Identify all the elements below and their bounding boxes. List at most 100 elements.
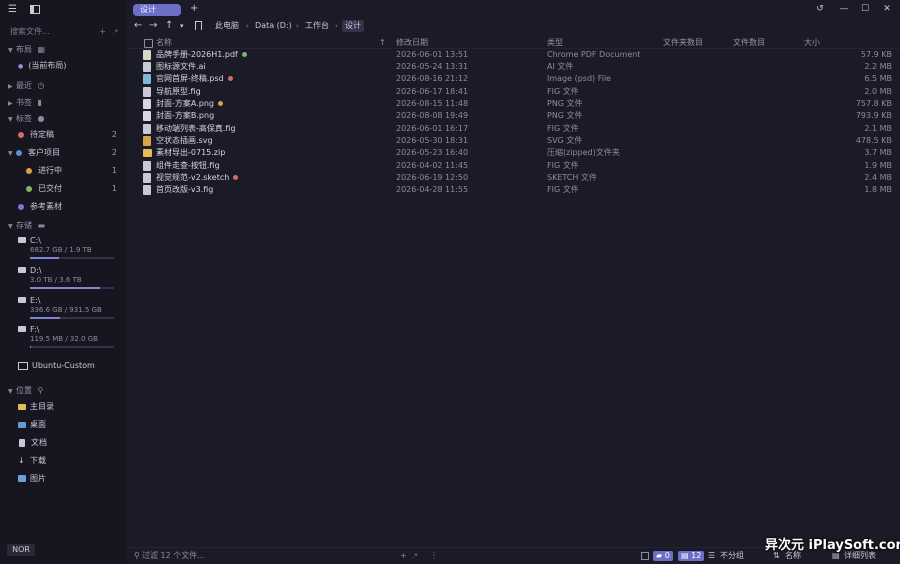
file-name: 移动端列表-高保真.fig [156,124,236,133]
maximize-button[interactable]: ☐ [857,2,873,16]
file-size: 757.8 KB [855,99,892,108]
file-date: 2026-04-28 11:55 [396,185,469,194]
filter-options-icon[interactable]: ⋮ [430,550,438,562]
file-type: Image (psd) File [547,74,612,83]
section-layout[interactable]: ▼ 布局 ▦ [8,43,45,57]
drive-f-usage-bar [30,346,114,348]
section-storage[interactable]: ▼ 存储 ▬ [8,219,45,233]
table-row[interactable]: 图标源文件.ai 2026-05-24 13:31 AI 文件 2.2 MB [126,61,900,73]
section-tags[interactable]: ▼ 标签 ● [8,112,45,126]
sidebar-item-documents[interactable]: 文档 [18,436,47,450]
drive-e-usage-bar [30,317,114,319]
search-add-icon[interactable]: + [99,26,106,38]
breadcrumb-item[interactable]: Data (D:) [255,20,292,32]
file-icon [143,87,151,97]
section-bookmarks[interactable]: ▶ 书签 ▮ [8,96,42,110]
sidebar-item-downloads[interactable]: ↓ 下载 [18,454,46,468]
chevron-down-icon: ▼ [8,47,13,54]
section-recent[interactable]: ▶ 最近 ◷ [8,79,45,93]
column-header-date[interactable]: 修改日期 [396,38,428,48]
filter-add-icon[interactable]: + [400,550,407,562]
tag-dot-icon [26,167,32,174]
sidebar-item-current-layout[interactable]: ● (当前布局) [18,59,67,73]
sidebar-tag-reference[interactable]: 参考素材 [18,200,62,214]
table-row[interactable]: 空状态插画.svg 2026-05-30 18:31 SVG 文件 478.5 … [126,135,900,147]
file-name: 封面-方案B.png [156,111,215,120]
table-row[interactable]: 导航原型.fig 2026-06-17 18:41 FIG 文件 2.0 MB [126,86,900,98]
table-row[interactable]: 品牌手册-2026H1.pdf 2026-06-01 13:51 Chrome … [126,49,900,61]
clock-icon: ◷ [37,81,45,90]
file-date: 2026-05-30 18:31 [396,136,469,145]
sidebar-tag-client[interactable]: ▼ 客户项目 2 [8,146,126,160]
minimize-button[interactable]: — [836,2,852,16]
file-date: 2026-08-08 19:49 [396,111,469,120]
sidebar-item-pictures[interactable]: 图片 [18,472,46,486]
breadcrumb-item[interactable]: 工作台 [305,20,329,32]
filter-input[interactable]: 过滤 12 个文件... [142,550,205,562]
file-type: PNG 文件 [547,111,583,120]
group-selector[interactable]: 不分组 [720,550,744,562]
file-name: 官网首屏-终稿.psd [156,73,233,85]
close-button[interactable]: ✕ [879,2,895,16]
table-row[interactable]: 首页改版-v3.fig 2026-04-28 11:55 FIG 文件 1.8 … [126,184,900,196]
search-input[interactable]: 搜索文件... [10,27,50,36]
sidebar-item-home[interactable]: 主目录 [18,400,54,414]
sort-ascending-icon[interactable]: ↑ [379,38,386,48]
history-dropdown[interactable]: ▾ [180,20,184,32]
file-type: SVG 文件 [547,136,583,145]
tag-dot-icon [241,52,247,57]
png-icon [143,99,151,109]
column-header-type[interactable]: 类型 [547,38,563,48]
sidebar-tag-pending[interactable]: 待定稿 2 [18,128,126,142]
table-row[interactable]: 封面-方案A.png 2026-08-15 11:48 PNG 文件 757.8… [126,98,900,110]
table-row[interactable]: 素材导出-0715.zip 2026-05-23 16:40 压缩(zipped… [126,147,900,159]
file-size: 1.9 MB [864,161,892,170]
tag-dot-icon [218,101,223,106]
new-tab-button[interactable]: + [190,3,198,15]
back-button[interactable]: ← [134,20,142,32]
sidebar-item-desktop[interactable]: 桌面 [18,418,46,432]
filter-regex-icon[interactable]: .* [412,550,418,562]
select-all-checkbox[interactable] [144,39,153,48]
folder-count-badge[interactable]: ▰ 0 [653,551,673,561]
up-button[interactable]: ↑ [165,20,173,32]
sidebar-search[interactable]: 搜索文件... + .* [10,26,120,38]
group-icon: ☰ [708,551,716,560]
sidebar-item-ubuntu[interactable]: Ubuntu-Custom [18,359,95,373]
column-header-file-count[interactable]: 文件数目 [733,38,765,48]
menu-icon[interactable]: ☰ [8,4,17,15]
folder-icon [18,403,26,410]
select-box-icon[interactable] [641,552,649,560]
sidebar-tag-delivered[interactable]: 已交付 1 [26,182,126,196]
file-type: FIG 文件 [547,87,579,96]
file-size: 2.2 MB [864,62,892,71]
bookmark-icon[interactable] [195,21,202,30]
section-places[interactable]: ▼ 位置 ⚲ [8,384,43,398]
table-row[interactable]: 视觉规范-v2.sketch 2026-06-19 12:50 SKETCH 文… [126,172,900,184]
bookmark-icon: ▮ [37,98,42,107]
history-icon[interactable]: ↺ [812,2,828,16]
tag-dot-icon [18,203,24,210]
tag-icon: ● [37,114,45,123]
breadcrumb-item[interactable]: 此电脑 [215,20,239,32]
table-row[interactable]: 组件走查-按钮.fig 2026-04-02 11:45 FIG 文件 1.9 … [126,160,900,172]
breadcrumb-current[interactable]: 设计 [342,20,364,32]
file-count-badge[interactable]: ▤ 12 [678,551,705,561]
tab-design[interactable]: 设计 [133,4,181,16]
table-row[interactable]: 官网首屏-终稿.psd 2026-08-16 21:12 Image (psd)… [126,73,900,85]
column-header-folder-count[interactable]: 文件夹数目 [663,38,703,48]
forward-button[interactable]: → [149,20,157,32]
breadcrumb-separator-icon: › [335,22,338,30]
sidebar-tag-inprogress[interactable]: 进行中 1 [26,164,126,178]
table-row[interactable]: 封面-方案B.png 2026-08-08 19:49 PNG 文件 793.9… [126,110,900,122]
column-header-name[interactable]: 名称 [156,38,172,48]
breadcrumb-separator-icon: › [246,22,249,30]
sidebar-toggle-icon-fill [30,5,34,14]
table-row[interactable]: 移动端列表-高保真.fig 2026-06-01 16:17 FIG 文件 2.… [126,123,900,135]
file-type: PNG 文件 [547,99,583,108]
pin-icon: ⚲ [37,386,44,395]
column-header-size[interactable]: 大小 [804,38,820,48]
file-size: 3.7 MB [864,148,892,157]
search-regex-icon[interactable]: .* [112,26,118,38]
file-name: 组件走查-按钮.fig [156,161,220,170]
